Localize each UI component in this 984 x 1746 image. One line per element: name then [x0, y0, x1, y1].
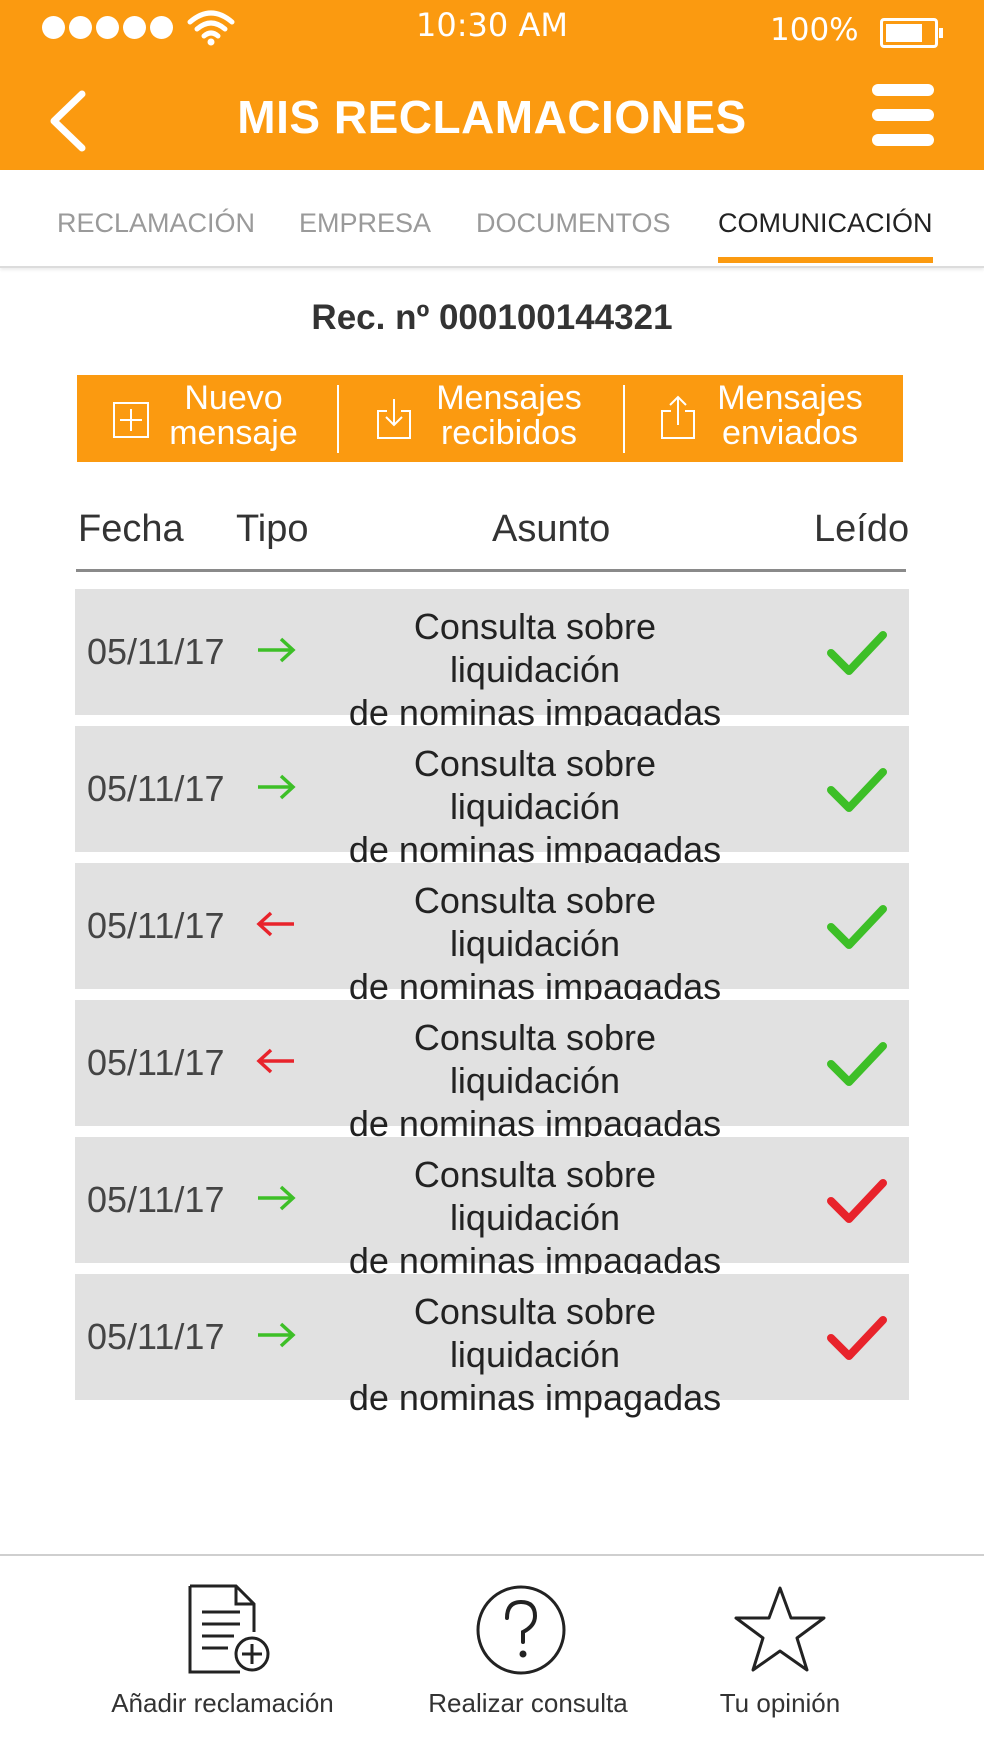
message-subject: Consulta sobre liquidación de nominas imp…	[348, 1291, 722, 1418]
bottom-navigation: Añadir reclamación Realizar consulta Tu …	[0, 1554, 984, 1746]
sent-messages-label: Mensajes enviados	[717, 379, 863, 452]
table-row[interactable]: 05/11/17 Consulta sobre liquidación de nom…	[75, 863, 909, 1007]
sent-messages-button[interactable]: Mensajes enviados	[625, 375, 903, 462]
message-date: 05/11/17	[87, 1042, 225, 1083]
arrow-left-icon	[256, 1048, 294, 1074]
received-messages-button[interactable]: Mensajes recibidos	[339, 375, 624, 462]
table-row[interactable]: 05/11/17 Consulta sobre liquidación de nom…	[75, 1274, 909, 1418]
arrow-right-icon	[258, 1322, 296, 1348]
check-unread-icon	[827, 1179, 887, 1223]
arrow-right-icon	[258, 774, 296, 800]
table-row[interactable]: 05/11/17 Consulta sobre liquidación de nom…	[75, 1000, 909, 1144]
table-row[interactable]: 05/11/17 Consulta sobre liquidación de nom…	[75, 1137, 909, 1281]
message-date: 05/11/17	[87, 905, 225, 946]
make-query-button[interactable]: Realizar consulta	[418, 1556, 638, 1746]
star-icon	[734, 1586, 826, 1672]
new-message-label: Nuevo mensaje	[169, 379, 298, 452]
tab-empresa[interactable]: EMPRESA	[299, 208, 431, 239]
page-title: MIS RECLAMACIONES	[237, 91, 747, 143]
document-add-icon	[188, 1584, 270, 1674]
check-read-icon	[827, 905, 887, 949]
received-messages-label: Mensajes recibidos	[436, 379, 582, 452]
message-subject: Consulta sobre liquidación de nominas imp…	[348, 606, 722, 733]
question-icon	[476, 1585, 566, 1675]
column-header-read: Leído	[814, 508, 910, 550]
message-date: 05/11/17	[87, 631, 225, 672]
battery-percentage: 100%	[770, 12, 859, 48]
table-row[interactable]: 05/11/17 Consulta sobre liquidación de nom…	[75, 589, 909, 733]
messages-table-header: Fecha Tipo Asunto Leído	[76, 500, 910, 572]
your-opinion-button[interactable]: Tu opinión	[680, 1556, 880, 1746]
check-unread-icon	[827, 1316, 887, 1360]
arrow-right-icon	[258, 1185, 296, 1211]
battery-icon	[880, 18, 943, 48]
plus-square-icon	[113, 402, 149, 438]
arrow-left-icon	[256, 911, 294, 937]
message-date: 05/11/17	[87, 1316, 225, 1357]
add-claim-button[interactable]: Añadir reclamación	[100, 1556, 345, 1746]
column-header-type: Tipo	[236, 508, 309, 550]
message-date: 05/11/17	[87, 1179, 225, 1220]
top-app-bar: 10:30 AM 100% MIS RECLAMACIONES	[0, 0, 984, 170]
your-opinion-label: Tu opinión	[719, 1688, 841, 1718]
arrow-right-icon	[258, 637, 296, 663]
make-query-label: Realizar consulta	[428, 1688, 628, 1718]
message-actions-bar: Nuevo mensaje Mensajes recibidos Mensaje…	[77, 375, 903, 462]
message-subject: Consulta sobre liquidación de nominas imp…	[348, 880, 722, 1007]
menu-button[interactable]	[872, 84, 934, 146]
tab-reclamacion[interactable]: RECLAMACIÓN	[57, 208, 255, 239]
message-subject: Consulta sobre liquidación de nominas imp…	[348, 743, 722, 870]
message-date: 05/11/17	[87, 768, 225, 809]
check-read-icon	[827, 1042, 887, 1086]
download-icon	[377, 399, 411, 439]
claim-number: Rec. nº 000100144321	[311, 298, 673, 337]
message-subject: Consulta sobre liquidación de nominas imp…	[348, 1154, 722, 1281]
add-claim-label: Añadir reclamación	[111, 1688, 334, 1718]
tab-comunicacion[interactable]: COMUNICACIÓN	[718, 208, 933, 263]
table-row[interactable]: 05/11/17 Consulta sobre liquidación de nom…	[75, 726, 909, 870]
check-read-icon	[827, 768, 887, 812]
column-header-subject: Asunto	[492, 508, 611, 550]
hamburger-icon	[872, 84, 934, 96]
tab-bar: RECLAMACIÓN EMPRESA DOCUMENTOS COMUNICAC…	[0, 170, 984, 268]
column-header-date: Fecha	[78, 508, 184, 550]
upload-icon	[661, 395, 695, 439]
message-subject: Consulta sobre liquidación de nominas imp…	[348, 1017, 722, 1144]
new-message-button[interactable]: Nuevo mensaje	[77, 375, 339, 462]
check-read-icon	[827, 631, 887, 675]
status-bar: 10:30 AM 100%	[0, 0, 984, 60]
tab-documentos[interactable]: DOCUMENTOS	[476, 208, 671, 239]
